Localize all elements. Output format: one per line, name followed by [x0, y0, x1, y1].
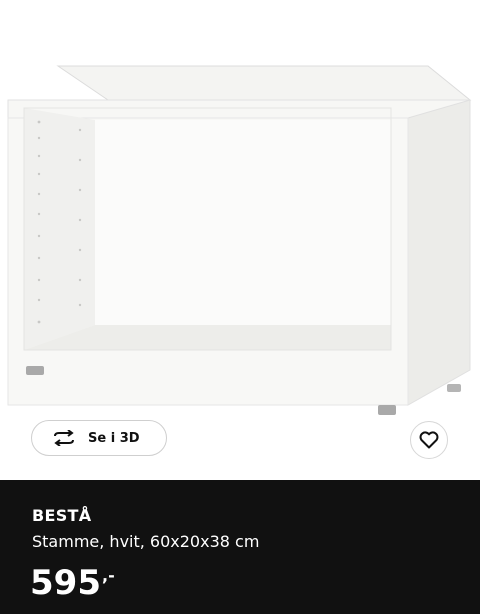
heart-icon: [419, 431, 439, 449]
product-price: 595 ,-: [30, 566, 115, 600]
view-in-3d-label: Se i 3D: [88, 430, 140, 446]
price-suffix: ,-: [101, 566, 115, 585]
product-name: BESTÅ: [32, 506, 92, 525]
view-in-3d-button[interactable]: Se i 3D: [31, 420, 167, 456]
product-info-panel: BESTÅ Stamme, hvit, 60x20x38 cm 595 ,-: [0, 480, 480, 614]
rotate-3d-icon: [54, 430, 74, 446]
product-image-area: [0, 0, 480, 480]
price-amount: 595: [30, 563, 101, 603]
product-image: [7, 65, 472, 415]
favorite-button[interactable]: [410, 421, 448, 459]
product-description: Stamme, hvit, 60x20x38 cm: [32, 532, 260, 551]
